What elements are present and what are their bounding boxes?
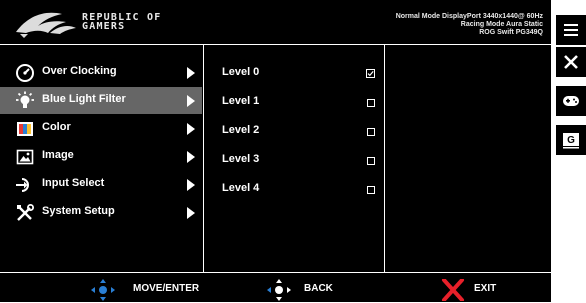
status-line-1: Normal Mode DisplayPort 3440x1440@ 60Hz: [395, 13, 543, 20]
submenu: Level 0 Level 1 Level 2 Level 3 Level 4: [203, 45, 384, 272]
menu-item-system-setup[interactable]: System Setup: [0, 199, 202, 226]
option-label: Level 3: [222, 153, 260, 165]
dpad-back-icon: [267, 279, 291, 301]
bulb-icon: [16, 91, 34, 108]
footer-exit-label: EXIT: [474, 283, 497, 294]
checkbox[interactable]: [367, 157, 375, 165]
status-line-2: Racing Mode Aura Static: [460, 21, 543, 28]
menu-item-input-select[interactable]: Input Select: [0, 171, 202, 198]
input-icon: [16, 178, 29, 192]
status-info: Normal Mode DisplayPort 3440x1440@ 60Hz …: [396, 13, 543, 37]
checkbox-checked[interactable]: [366, 69, 375, 78]
side-button-gameplus[interactable]: G: [556, 125, 586, 155]
close-icon: [564, 55, 578, 69]
checkbox[interactable]: [367, 186, 375, 194]
menu-item-blue-light-filter[interactable]: Blue Light Filter: [0, 87, 202, 114]
option-level-4[interactable]: Level 4: [204, 177, 384, 201]
menu-item-label: System Setup: [42, 205, 115, 217]
dpad-icon: [91, 279, 115, 301]
chevron-right-icon: [187, 207, 195, 219]
tools-icon: [17, 204, 34, 221]
chevron-right-icon: [187, 67, 195, 79]
menu-item-over-clocking[interactable]: Over Clocking: [0, 59, 202, 86]
chevron-right-icon: [187, 151, 195, 163]
gameplus-letter: G: [567, 135, 575, 146]
osd-header: REPUBLIC OF GAMERS Normal Mode DisplayPo…: [0, 0, 551, 45]
option-level-3[interactable]: Level 3: [204, 148, 384, 172]
status-line-3: ROG Swift PG349Q: [479, 29, 543, 36]
menu-item-label: Over Clocking: [42, 65, 117, 77]
menu-item-label: Image: [42, 149, 74, 161]
menu-item-label: Blue Light Filter: [42, 93, 126, 105]
side-button-close[interactable]: [556, 47, 586, 77]
chevron-right-icon: [187, 179, 195, 191]
checkbox[interactable]: [367, 99, 375, 107]
osd-footer: MOVE/ENTER BACK EXIT: [0, 272, 551, 303]
option-level-0[interactable]: Level 0: [204, 61, 384, 85]
chevron-right-icon: [187, 123, 195, 135]
menu-item-image[interactable]: Image: [0, 143, 202, 170]
option-label: Level 0: [222, 66, 260, 78]
side-button-menu[interactable]: [556, 15, 586, 45]
chevron-right-icon: [187, 95, 195, 107]
brand-text: REPUBLIC OF GAMERS: [82, 13, 161, 32]
gamepad-icon: [563, 96, 579, 106]
footer-move-label: MOVE/ENTER: [133, 283, 200, 294]
option-level-2[interactable]: Level 2: [204, 119, 384, 143]
checkbox[interactable]: [367, 128, 375, 136]
footer-back-label: BACK: [304, 283, 333, 294]
menu-icon: [564, 24, 578, 36]
brand-line-2: GAMERS: [82, 21, 126, 32]
main-menu: Over Clocking Blue Light Filter Color Im…: [0, 45, 202, 272]
option-label: Level 4: [222, 182, 260, 194]
osd-panel: REPUBLIC OF GAMERS Normal Mode DisplayPo…: [0, 0, 551, 302]
menu-item-label: Input Select: [42, 177, 105, 189]
exit-icon: [442, 279, 464, 301]
option-label: Level 1: [222, 95, 260, 107]
detail-panel: [384, 45, 552, 272]
side-button-gamevisual[interactable]: [556, 86, 586, 116]
image-icon: [16, 149, 34, 165]
speedometer-icon: [16, 64, 34, 82]
option-level-1[interactable]: Level 1: [204, 90, 384, 114]
gameplus-icon: G: [563, 133, 579, 149]
menu-item-label: Color: [42, 121, 71, 133]
menu-item-color[interactable]: Color: [0, 115, 202, 142]
option-label: Level 2: [222, 124, 260, 136]
color-icon: [17, 122, 33, 136]
